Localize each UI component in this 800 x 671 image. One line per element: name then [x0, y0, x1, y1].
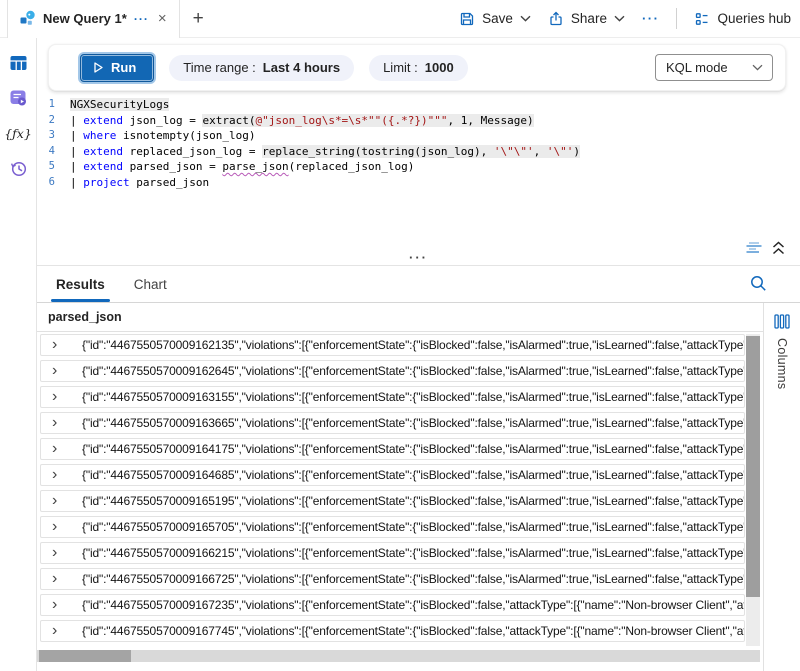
save-chevron-down-icon	[520, 15, 531, 22]
table-row[interactable]: ›{"id":"4467550570009164175","violations…	[40, 438, 745, 460]
tab-close-icon[interactable]: ×	[156, 11, 169, 26]
table-row[interactable]: ›{"id":"4467550570009163665","violations…	[40, 412, 745, 434]
topbar-actions: Save Share ···	[459, 8, 800, 29]
code-line: 1 NGXSecurityLogs	[37, 97, 800, 113]
left-navigation-rail: {ƒx}	[0, 38, 37, 671]
adx-app-icon	[19, 10, 36, 27]
results-tabs: Results Chart	[37, 266, 800, 303]
queries-hub-button[interactable]: Queries hub	[694, 11, 791, 27]
share-label: Share	[571, 11, 607, 26]
columns-side-panel[interactable]: Columns	[763, 303, 800, 671]
save-label: Save	[482, 11, 513, 26]
table-row[interactable]: ›{"id":"4467550570009166215","violations…	[40, 542, 745, 564]
data-tables-icon[interactable]	[8, 53, 28, 73]
code-line: 3 | where isnotempty(json_log)	[37, 128, 800, 144]
tab-more-button[interactable]: ···	[134, 12, 149, 26]
limit-value: 1000	[425, 60, 454, 75]
column-header-parsed-json[interactable]: parsed_json	[37, 303, 763, 332]
functions-icon[interactable]: {ƒx}	[8, 123, 28, 143]
table-row[interactable]: ›{"id":"4467550570009164685","violations…	[40, 464, 745, 486]
results-layout-icon[interactable]	[745, 241, 763, 255]
columns-panel-label: Columns	[775, 338, 789, 389]
code-line: 4 | extend replaced_json_log = replace_s…	[37, 144, 800, 160]
table-row[interactable]: ›{"id":"4467550570009167235","violations…	[40, 594, 745, 616]
table-row[interactable]: ›{"id":"4467550570009167745","violations…	[40, 620, 745, 642]
vertical-scrollbar[interactable]	[746, 334, 760, 646]
share-chevron-down-icon	[614, 15, 625, 22]
horizontal-scrollbar-thumb[interactable]	[39, 650, 131, 662]
line-number: 2	[37, 113, 70, 129]
line-number: 6	[37, 175, 70, 191]
table-row[interactable]: ›{"id":"4467550570009163155","violations…	[40, 386, 745, 408]
share-icon	[548, 11, 564, 27]
save-icon	[459, 11, 475, 27]
splitter-handle-icon[interactable]: ···	[409, 256, 428, 260]
table-row[interactable]: ›{"id":"4467550570009166725","violations…	[40, 568, 745, 590]
play-icon	[94, 62, 103, 73]
results-panel: Results Chart parsed_json ›{"id":"446755…	[37, 266, 800, 671]
time-range-value: Last 4 hours	[263, 60, 340, 75]
table-row[interactable]: ›{"id":"4467550570009162135","violations…	[40, 334, 745, 356]
results-grid: ›{"id":"4467550570009162135","violations…	[40, 334, 745, 646]
query-mode-value: KQL mode	[666, 60, 728, 75]
run-label: Run	[111, 60, 136, 75]
query-toolbar: Run Time range : Last 4 hours Limit : 10…	[48, 44, 786, 91]
table-row[interactable]: ›{"id":"4467550570009162645","violations…	[40, 360, 745, 382]
collapse-editor-icon[interactable]	[772, 241, 785, 255]
tab-chart[interactable]: Chart	[134, 277, 167, 302]
dashboards-icon[interactable]	[8, 88, 28, 108]
save-button[interactable]: Save	[459, 11, 531, 27]
time-range-label: Time range :	[183, 60, 256, 75]
share-button[interactable]: Share	[548, 11, 625, 27]
line-number: 3	[37, 128, 70, 144]
line-number: 5	[37, 159, 70, 175]
adx-query-window: New Query 1* ··· × + Save	[0, 0, 800, 671]
query-history-icon[interactable]	[8, 158, 28, 178]
horizontal-scrollbar[interactable]	[37, 650, 760, 662]
code-line: 6 | project parsed_json	[37, 175, 800, 191]
new-tab-button[interactable]: +	[193, 8, 204, 30]
more-actions-button[interactable]: ···	[642, 11, 660, 26]
topbar-divider	[676, 8, 677, 29]
query-mode-select[interactable]: KQL mode	[655, 54, 773, 81]
mode-chevron-down-icon	[752, 64, 763, 71]
line-number: 4	[37, 144, 70, 160]
run-button[interactable]: Run	[80, 54, 154, 82]
top-tab-bar: New Query 1* ··· × + Save	[0, 0, 800, 38]
table-row[interactable]: ›{"id":"4467550570009165705","violations…	[40, 516, 745, 538]
editor-footer-actions	[745, 241, 785, 255]
limit-picker[interactable]: Limit : 1000	[369, 55, 468, 81]
queries-hub-icon	[694, 11, 710, 27]
queries-hub-label: Queries hub	[717, 11, 791, 26]
time-range-picker[interactable]: Time range : Last 4 hours	[169, 55, 354, 81]
code-line: 5 | extend parsed_json = parse_json(repl…	[37, 159, 800, 175]
search-icon[interactable]	[750, 275, 767, 292]
limit-label: Limit :	[383, 60, 418, 75]
code-line: 2 | extend json_log = extract(@"json_log…	[37, 113, 800, 129]
columns-icon	[774, 314, 790, 329]
kql-code-editor[interactable]: 1 NGXSecurityLogs 2 | extend json_log = …	[37, 97, 800, 249]
vertical-scrollbar-thumb[interactable]	[746, 336, 760, 597]
tab-title: New Query 1*	[43, 11, 127, 26]
tab-results[interactable]: Results	[56, 277, 105, 302]
line-number: 1	[37, 97, 70, 113]
editor-results-splitter[interactable]: ···	[37, 251, 800, 266]
query-tab[interactable]: New Query 1* ··· ×	[7, 0, 180, 38]
table-row[interactable]: ›{"id":"4467550570009165195","violations…	[40, 490, 745, 512]
